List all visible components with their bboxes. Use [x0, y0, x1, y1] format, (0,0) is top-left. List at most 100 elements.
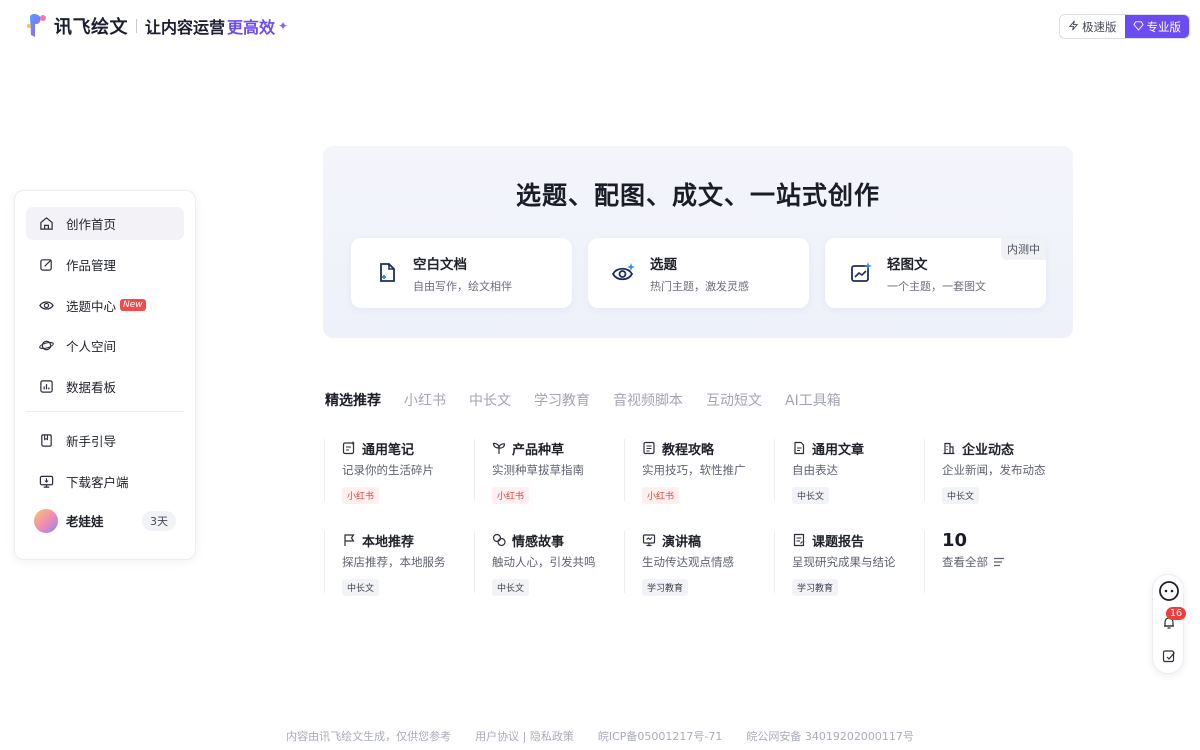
monitor-icon: [38, 473, 54, 489]
view-all-templates[interactable]: 10 查看全部: [924, 530, 1074, 593]
template-title: 产品种草: [512, 442, 565, 458]
sidebar-item-label: 数据看板: [66, 380, 117, 396]
sidebar-item-topics[interactable]: 选题中心 New: [26, 289, 184, 322]
template-tag: 中长文: [942, 487, 980, 504]
flag-icon: [342, 533, 356, 547]
template-card-research-report[interactable]: 课题报告 呈现研究成果与结论 学习教育: [774, 531, 924, 596]
template-card-general-article[interactable]: 通用文章 自由表达 中长文: [774, 439, 924, 504]
planet-icon: [38, 338, 54, 354]
presentation-icon: [642, 533, 656, 547]
avatar[interactable]: [34, 508, 58, 533]
template-desc: 实用技巧，软性推广: [642, 463, 746, 477]
blank-document-card[interactable]: 空白文档 自由写作，绘文相伴: [351, 238, 572, 308]
template-desc: 呈现研究成果与结论: [792, 555, 896, 569]
template-card-speech[interactable]: 演讲稿 生动传达观点情感 学习教育: [624, 531, 774, 596]
sidebar-item-guide[interactable]: 新手引导: [26, 424, 184, 457]
tab-education[interactable]: 学习教育: [534, 390, 590, 410]
eye-icon: [38, 297, 54, 313]
card-subtitle: 自由写作，绘文相伴: [413, 279, 512, 293]
lightning-icon: [1068, 20, 1079, 34]
view-all-label: 查看全部: [942, 555, 988, 569]
template-card-general-note[interactable]: 通用笔记 记录你的生活碎片 小红书: [324, 439, 474, 504]
template-card-company-news[interactable]: 企业动态 企业新闻，发布动态 中长文: [924, 439, 1074, 504]
sidebar-item-download[interactable]: 下载客户端: [26, 465, 184, 498]
template-tag: 小红书: [342, 487, 380, 504]
template-title: 教程攻略: [662, 442, 715, 458]
sparkle-icon: ✦: [278, 19, 289, 33]
template-desc: 自由表达: [792, 463, 838, 477]
template-title: 通用笔记: [362, 442, 415, 458]
tab-ai-tools[interactable]: AI工具箱: [785, 390, 841, 410]
fast-version-button[interactable]: 极速版: [1060, 15, 1125, 38]
diamond-icon: [1132, 20, 1144, 34]
membership-days-badge: 3天: [142, 510, 176, 531]
user-profile[interactable]: 老娃娃 3天: [26, 506, 184, 536]
template-desc: 实测种草拔草指南: [492, 463, 584, 477]
template-card-product-seeding[interactable]: 产品种草 实测种草拔草指南 小红书: [474, 439, 624, 504]
tab-long-article[interactable]: 中长文: [469, 390, 511, 410]
book-icon: [38, 432, 54, 448]
bar-chart-icon: [38, 379, 54, 395]
template-desc: 记录你的生活碎片: [342, 463, 434, 477]
sidebar: 创作首页 作品管理 选题中心 New 个人空间 数据看板 新手引导 下载客户端 …: [14, 190, 196, 560]
assistant-button[interactable]: [1153, 580, 1185, 606]
user-name: 老娃娃: [66, 514, 104, 530]
tab-xiaohongshu[interactable]: 小红书: [404, 390, 446, 410]
footer-disclaimer: 内容由讯飞绘文生成，仅供您参考: [286, 730, 452, 743]
template-tag: 中长文: [792, 487, 830, 504]
template-count: 10: [942, 530, 968, 551]
tab-featured[interactable]: 精选推荐: [325, 390, 381, 410]
article-icon: [792, 441, 806, 455]
feedback-button[interactable]: [1153, 648, 1185, 667]
sidebar-item-label: 创作首页: [66, 217, 117, 232]
template-tag: 小红书: [492, 487, 530, 504]
new-badge: New: [120, 299, 146, 312]
version-switch: 极速版 专业版: [1059, 14, 1190, 39]
footer-icp[interactable]: 皖ICP备05001217号-71: [598, 728, 723, 744]
hero-panel: 选题、配图、成文、一站式创作 空白文档 自由写作，绘文相伴 选题 热门主题，激发…: [323, 146, 1073, 338]
sidebar-item-works[interactable]: 作品管理: [26, 248, 184, 281]
template-title: 企业动态: [962, 442, 1015, 458]
card-title: 选题: [650, 256, 677, 273]
brand-name: 讯飞绘文: [54, 17, 128, 38]
footer-policy-links[interactable]: 用户协议 | 隐私政策: [475, 728, 574, 744]
card-title: 空白文档: [413, 256, 467, 273]
floating-toolbar: 16: [1152, 574, 1187, 674]
topic-card[interactable]: 选题 热门主题，激发灵感: [588, 238, 809, 308]
category-tabs: 精选推荐 小红书 中长文 学习教育 音视频脚本 互动短文 AI工具箱: [325, 390, 864, 410]
card-title: 轻图文: [887, 256, 928, 273]
home-icon: [38, 216, 54, 232]
card-subtitle: 一个主题，一套图文: [887, 279, 986, 293]
hero-title: 选题、配图、成文、一站式创作: [515, 181, 880, 210]
template-card-emotional-story[interactable]: 情感故事 触动人心，引发共鸣 中长文: [474, 531, 624, 596]
image-chart-icon: [847, 259, 875, 287]
footer: 内容由讯飞绘文生成，仅供您参考 用户协议 | 隐私政策 皖ICP备0500121…: [0, 728, 1200, 744]
assistant-bot-icon: [1158, 580, 1180, 606]
tab-interactive[interactable]: 互动短文: [706, 390, 762, 410]
heart-chat-icon: [492, 533, 506, 547]
template-tag: 中长文: [342, 579, 380, 596]
template-tag: 中长文: [492, 579, 530, 596]
template-desc: 企业新闻，发布动态: [942, 463, 1046, 477]
template-tag: 学习教育: [792, 579, 839, 596]
sidebar-item-dashboard[interactable]: 数据看板: [26, 370, 184, 403]
template-tag: 学习教育: [642, 579, 689, 596]
footer-police-record[interactable]: 皖公网安备 34019202000117号: [746, 728, 913, 744]
pro-version-button[interactable]: 专业版: [1124, 15, 1189, 38]
tab-video-script[interactable]: 音视频脚本: [613, 390, 683, 410]
sidebar-item-personal[interactable]: 个人空间: [26, 329, 184, 362]
sprout-icon: [492, 441, 506, 455]
template-title: 通用文章: [812, 442, 865, 458]
notification-count-badge: 16: [1166, 607, 1187, 620]
template-desc: 生动传达观点情感: [642, 555, 734, 569]
fast-version-label: 极速版: [1082, 19, 1117, 34]
template-title: 课题报告: [812, 534, 865, 550]
light-article-card[interactable]: 轻图文 一个主题，一套图文 内测中: [825, 238, 1046, 308]
sidebar-item-home[interactable]: 创作首页: [26, 207, 184, 240]
template-card-local-recommend[interactable]: 本地推荐 探店推荐，本地服务 中长文: [324, 531, 474, 596]
template-card-tutorial[interactable]: 教程攻略 实用技巧，软性推广 小红书: [624, 439, 774, 504]
brand-divider: [136, 19, 137, 33]
sidebar-divider: [26, 410, 184, 412]
guide-icon: [642, 441, 656, 455]
sidebar-item-label: 新手引导: [66, 433, 117, 449]
